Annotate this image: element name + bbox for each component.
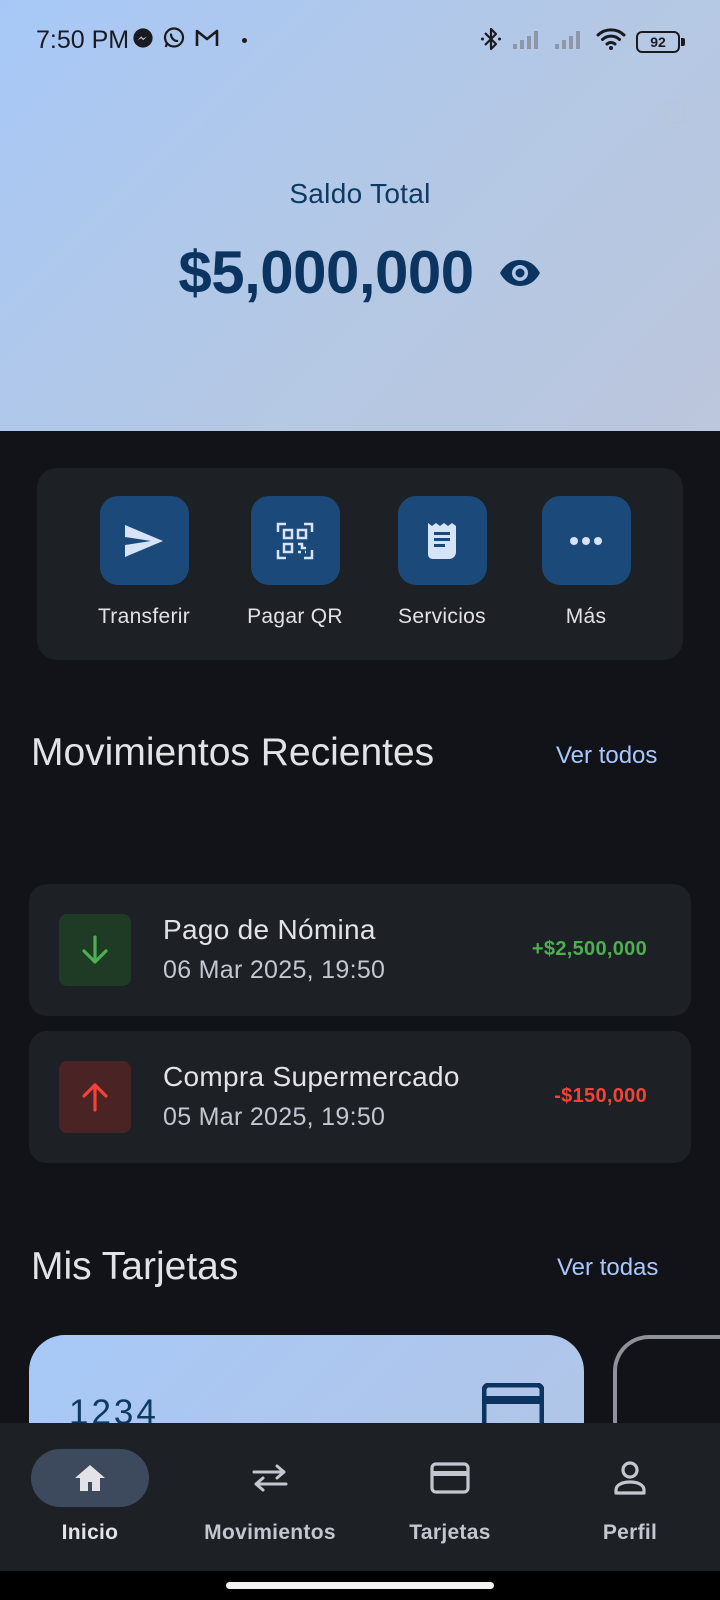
nav-label: Inicio [61,1521,119,1544]
nav-label: Perfil [602,1521,658,1544]
bluetooth-icon [480,26,502,57]
transaction-amount: -$150,000 [554,1085,647,1107]
nav-item-perfil[interactable]: Perfil [550,1449,710,1545]
transaction-date: 06 Mar 2025, 19:50 [163,956,386,984]
status-dot [242,38,247,43]
services-action[interactable]: Servicios [377,496,507,629]
action-label: Más [565,605,607,628]
status-bar: 7:50 PM 92 [0,0,720,80]
nav-item-inicio[interactable]: Inicio [10,1449,170,1545]
nav-label: Tarjetas [409,1521,491,1544]
action-label: Pagar QR [247,605,343,628]
gesture-bar-area [0,1571,720,1600]
arrow-down-icon [59,914,131,986]
nav-item-movimientos[interactable]: Movimientos [190,1449,350,1545]
qr-code-icon [250,496,340,585]
arrow-up-icon [59,1061,131,1133]
recent-movements-title: Movimientos Recientes [31,731,435,774]
toggle-balance-visibility-button[interactable] [498,251,542,295]
home-screen: 7:50 PM 92 Saldo Total $5,000,000 Transf… [0,0,720,1600]
whatsapp-icon [162,26,186,50]
transfer-action[interactable]: Transferir [79,496,209,629]
eye-icon [499,259,540,286]
transaction-title: Pago de Nómina [163,914,376,945]
receipt-icon [397,496,487,585]
battery-icon: 92 [636,30,685,53]
send-icon [99,496,189,585]
nav-item-tarjetas[interactable]: Tarjetas [370,1449,530,1545]
gmail-icon [194,27,220,49]
transaction-title: Compra Supermercado [163,1061,460,1092]
status-time: 7:50 PM [36,26,130,54]
action-label: Transferir [97,605,191,628]
action-label: Servicios [398,605,486,628]
see-all-movements-link[interactable]: Ver todos [556,742,657,770]
transaction-item[interactable]: Compra Supermercado 05 Mar 2025, 19:50 -… [29,1031,691,1163]
battery-level: 92 [650,33,666,50]
notification-bell-icon[interactable] [660,96,690,135]
credit-card-icon [391,1449,509,1507]
see-all-cards-link[interactable]: Ver todas [557,1254,658,1282]
messenger-icon [132,27,154,49]
nav-label: Movimientos [204,1521,336,1544]
wifi-icon [596,27,626,56]
person-icon [571,1449,689,1507]
home-gesture-handle[interactable] [226,1582,494,1589]
bottom-navigation: Inicio Movimientos Tarjetas Perfil [0,1423,720,1571]
quick-actions-card: Transferir Pagar QR Servicios Más [37,468,683,660]
transaction-amount: +$2,500,000 [531,938,647,960]
more-dots-icon [541,496,631,585]
transaction-item[interactable]: Pago de Nómina 06 Mar 2025, 19:50 +$2,50… [29,884,691,1016]
balance-header: 7:50 PM 92 Saldo Total $5,000,000 [0,0,720,431]
swap-arrows-icon [211,1449,329,1507]
home-icon [31,1449,149,1507]
more-action[interactable]: Más [521,496,651,629]
transaction-date: 05 Mar 2025, 19:50 [163,1103,386,1131]
my-cards-title: Mis Tarjetas [31,1245,239,1288]
signal-icon [512,28,544,55]
balance-label: Saldo Total [289,178,431,209]
signal-icon [554,28,586,55]
pay-qr-action[interactable]: Pagar QR [230,496,360,629]
balance-amount: $5,000,000 [178,239,474,306]
